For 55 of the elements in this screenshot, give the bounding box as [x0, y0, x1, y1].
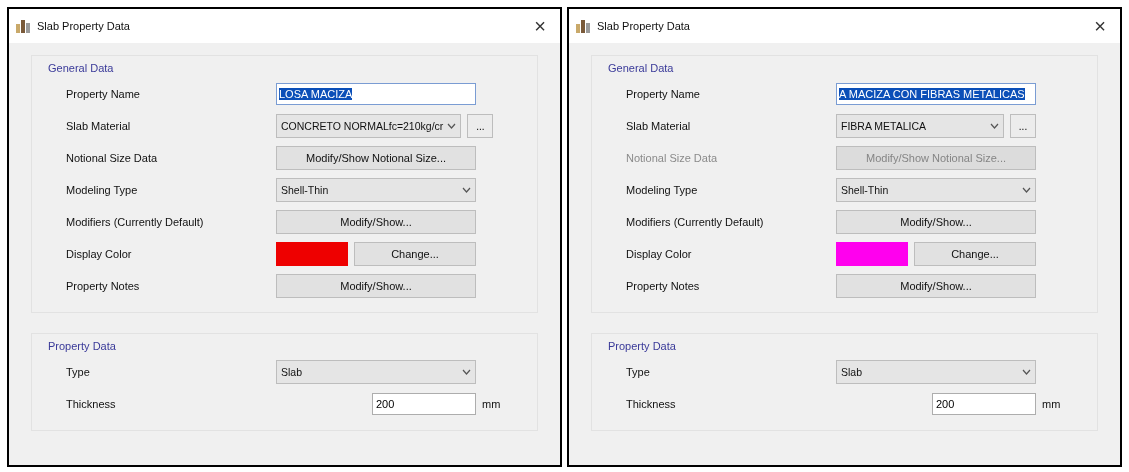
modify-button[interactable]: Modify/Show... [276, 210, 476, 234]
thickness-field[interactable]: 200 [372, 393, 476, 415]
dropdown[interactable]: CONCRETO NORMALfc=210kg/cr [276, 114, 462, 138]
field-label: Type [626, 366, 651, 378]
field-label: Type [66, 366, 91, 378]
browse-button[interactable]: ... [467, 114, 494, 138]
modify-button[interactable]: Modify/Show Notional Size... [276, 146, 476, 170]
group-title: Property Data [48, 340, 116, 352]
app-icon [15, 18, 31, 34]
unit-label: mm [482, 398, 501, 410]
field-label: Notional Size Data [66, 152, 159, 164]
field-label: Thickness [626, 398, 677, 410]
dropdown-caret-icon[interactable] [462, 369, 471, 375]
dropdown-caret-icon[interactable] [990, 123, 999, 129]
field-label: Modeling Type [66, 184, 139, 196]
group-title: Property Data [608, 340, 676, 352]
field-label: Property Name [626, 88, 701, 100]
browse-button[interactable]: ... [1010, 114, 1036, 138]
app-icon [575, 18, 591, 34]
group-title: General Data [48, 62, 114, 74]
window-title: Slab Property Data [37, 20, 131, 32]
thickness-field[interactable]: 200 [932, 393, 1036, 415]
close-button[interactable]: × [1090, 14, 1110, 38]
property-name-field[interactable]: A MACIZA CON FIBRAS METALICAS [836, 83, 1036, 105]
field-label: Notional Size Data [626, 152, 719, 164]
field-label: Modifiers (Currently Default) [66, 216, 205, 228]
close-button[interactable]: × [530, 14, 550, 38]
property-name-field[interactable]: LOSA MACIZA [276, 83, 476, 105]
field-label: Slab Material [626, 120, 692, 132]
change-button[interactable]: Change... [914, 242, 1036, 266]
field-label: Property Notes [626, 280, 701, 292]
field-label: Modeling Type [626, 184, 699, 196]
unit-label: mm [1042, 398, 1061, 410]
modify-button[interactable]: Modify/Show... [836, 210, 1036, 234]
field-label: Modifiers (Currently Default) [626, 216, 765, 228]
dropdown[interactable]: Slab [276, 360, 476, 384]
window-title: Slab Property Data [597, 20, 691, 32]
dropdown[interactable]: FIBRA METALICA [836, 114, 1004, 138]
field-label: Display Color [66, 248, 133, 260]
dropdown-caret-icon[interactable] [447, 123, 457, 129]
dropdown[interactable]: Slab [836, 360, 1036, 384]
dropdown-caret-icon[interactable] [462, 187, 471, 193]
field-label: Property Notes [66, 280, 141, 292]
dropdown-caret-icon[interactable] [1022, 369, 1031, 375]
field-label: Thickness [66, 398, 117, 410]
modify-button[interactable]: Modify/Show... [276, 274, 476, 298]
dropdown[interactable]: Shell-Thin [836, 178, 1036, 202]
field-label: Property Name [66, 88, 141, 100]
change-button[interactable]: Change... [354, 242, 476, 266]
group-title: General Data [608, 62, 674, 74]
field-label: Slab Material [66, 120, 132, 132]
dropdown-caret-icon[interactable] [1022, 187, 1031, 193]
modify-button[interactable]: Modify/Show... [836, 274, 1036, 298]
dropdown[interactable]: Shell-Thin [276, 178, 476, 202]
field-label: Display Color [626, 248, 693, 260]
